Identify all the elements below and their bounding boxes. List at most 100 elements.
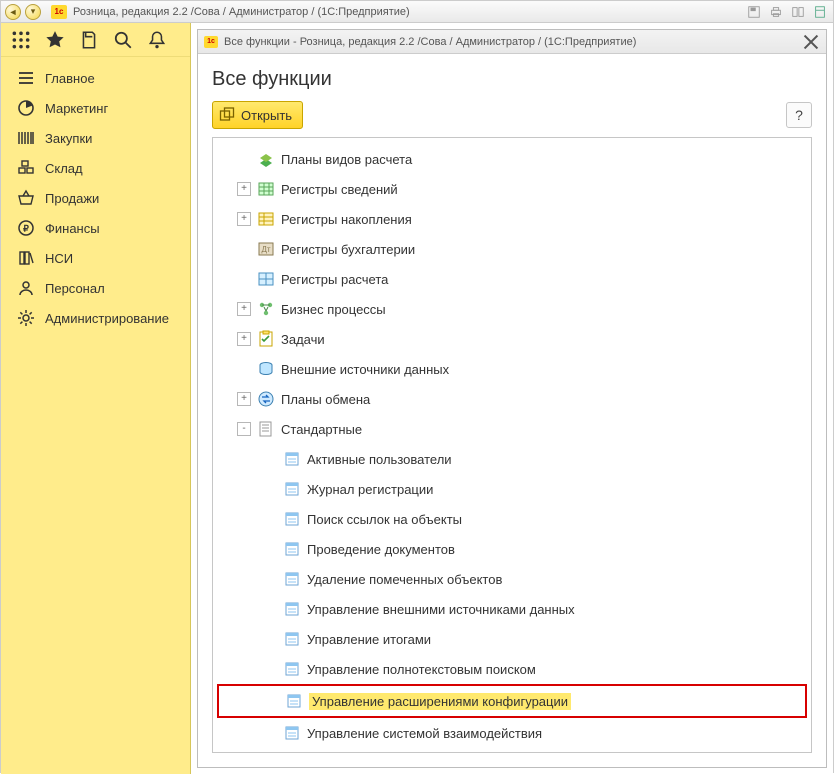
tree-item[interactable]: +Задачи <box>217 324 807 354</box>
tree-item-label: Управление расширениями конфигурации <box>309 693 571 710</box>
page-title: Все функции <box>212 68 812 91</box>
sidebar-item-sales[interactable]: Продажи <box>1 183 190 213</box>
toolbar-top <box>1 23 190 57</box>
help-button-label: ? <box>795 107 803 123</box>
print-icon[interactable] <box>767 4 785 20</box>
expander-placeholder <box>263 452 277 466</box>
open-button[interactable]: Открыть <box>212 101 303 129</box>
nav-back-button[interactable]: ◄ <box>5 4 21 20</box>
calc-icon <box>257 150 275 168</box>
expand-icon[interactable]: + <box>237 392 251 406</box>
tree-item[interactable]: +Регистры накопления <box>217 204 807 234</box>
tree-item-label: Управление полнотекстовым поиском <box>307 662 536 677</box>
ruble-icon: ₽ <box>17 219 35 237</box>
apps-icon[interactable] <box>11 30 31 50</box>
expander-placeholder <box>263 482 277 496</box>
tree-item-label: Управление системой взаимодействия <box>307 726 542 741</box>
dp-icon <box>283 450 301 468</box>
expander-placeholder <box>237 242 251 256</box>
tree-item[interactable]: +Планы обмена <box>217 384 807 414</box>
tree-item[interactable]: Поиск ссылок на объекты <box>217 504 807 534</box>
dp-icon <box>283 724 301 742</box>
tree-item[interactable]: Управление расширениями конфигурации <box>217 684 807 718</box>
tree-item[interactable]: Внешние источники данных <box>217 354 807 384</box>
dp-icon <box>283 600 301 618</box>
person-icon <box>17 279 35 297</box>
save-icon[interactable] <box>745 4 763 20</box>
tree-item[interactable]: Дт Регистры бухгалтерии <box>217 234 807 264</box>
expander-placeholder <box>263 632 277 646</box>
tree-item-label: Удаление помеченных объектов <box>307 572 502 587</box>
calc-icon[interactable] <box>811 4 829 20</box>
sidebar-item-label: Финансы <box>45 221 100 236</box>
sidebar-item-purchases[interactable]: Закупки <box>1 123 190 153</box>
tree-item-label: Активные пользователи <box>307 452 452 467</box>
expander-placeholder <box>263 662 277 676</box>
expand-icon[interactable]: + <box>237 332 251 346</box>
dp-icon <box>285 692 303 710</box>
tree-item[interactable]: Управление внешними источниками данных <box>217 594 807 624</box>
app-title: Розница, редакция 2.2 /Сова / Администра… <box>73 6 410 18</box>
compare-icon[interactable] <box>789 4 807 20</box>
sidebar-item-label: Главное <box>45 71 95 86</box>
tree-item[interactable]: -Стандартные <box>217 414 807 444</box>
star-icon[interactable] <box>45 30 65 50</box>
dp-icon <box>283 630 301 648</box>
svg-text:Дт: Дт <box>261 245 270 254</box>
dp-icon <box>283 570 301 588</box>
tree-item[interactable]: Управление системой взаимодействия <box>217 718 807 748</box>
tree-item-label: Управление итогами <box>307 632 431 647</box>
bell-icon[interactable] <box>147 30 167 50</box>
tree-item-label: Проведение документов <box>307 542 455 557</box>
sidebar-item-finance[interactable]: ₽ Финансы <box>1 213 190 243</box>
search-icon[interactable] <box>113 30 133 50</box>
expander-placeholder <box>265 694 279 708</box>
reg-icon <box>257 180 275 198</box>
task-icon <box>257 330 275 348</box>
toolbar: Открыть ? <box>212 101 812 129</box>
expand-icon[interactable]: + <box>237 212 251 226</box>
sidebar-item-warehouse[interactable]: Склад <box>1 153 190 183</box>
tree-item[interactable]: Проведение документов <box>217 534 807 564</box>
book-icon: Дт <box>257 240 275 258</box>
dp-icon <box>283 480 301 498</box>
dp-icon <box>283 540 301 558</box>
boxes-icon <box>17 159 35 177</box>
nav-menu-button[interactable]: ▾ <box>25 4 41 20</box>
menu-icon <box>17 69 35 87</box>
close-icon[interactable] <box>802 33 820 51</box>
collapse-icon[interactable]: - <box>237 422 251 436</box>
expand-icon[interactable]: + <box>237 302 251 316</box>
history-icon[interactable] <box>79 30 99 50</box>
tree-item[interactable]: Планы видов расчета <box>217 144 807 174</box>
books-icon <box>17 249 35 267</box>
app-logo-icon: 1c <box>51 5 67 19</box>
sidebar-item-admin[interactable]: Администрирование <box>1 303 190 333</box>
tree-view[interactable]: Планы видов расчета+Регистры сведений+Ре… <box>212 137 812 753</box>
sidebar-item-marketing[interactable]: Маркетинг <box>1 93 190 123</box>
tree-item[interactable]: Журнал регистрации <box>217 474 807 504</box>
exch-icon <box>257 390 275 408</box>
expander-placeholder <box>237 152 251 166</box>
tree-item[interactable]: + Бизнес процессы <box>217 294 807 324</box>
tree-item[interactable]: Управление полнотекстовым поиском <box>217 654 807 684</box>
help-button[interactable]: ? <box>786 102 812 128</box>
tree-item[interactable]: Активные пользователи <box>217 444 807 474</box>
expander-placeholder <box>263 542 277 556</box>
sidebar-item-main[interactable]: Главное <box>1 63 190 93</box>
expander-placeholder <box>237 362 251 376</box>
tree-item[interactable]: Регистры расчета <box>217 264 807 294</box>
tree-item-label: Регистры бухгалтерии <box>281 242 415 257</box>
tree-item[interactable]: +Регистры сведений <box>217 174 807 204</box>
tree-item-label: Бизнес процессы <box>281 302 386 317</box>
ext-icon <box>257 360 275 378</box>
biz-icon <box>257 300 275 318</box>
sidebar-item-personnel[interactable]: Персонал <box>1 273 190 303</box>
tree-item[interactable]: Управление итогами <box>217 624 807 654</box>
app-logo-icon: 1c <box>204 36 218 48</box>
sidebar-item-nsi[interactable]: НСИ <box>1 243 190 273</box>
expand-icon[interactable]: + <box>237 182 251 196</box>
inner-titlebar: 1c Все функции - Розница, редакция 2.2 /… <box>198 30 826 54</box>
tree-item[interactable]: Удаление помеченных объектов <box>217 564 807 594</box>
tree-item-label: Журнал регистрации <box>307 482 433 497</box>
